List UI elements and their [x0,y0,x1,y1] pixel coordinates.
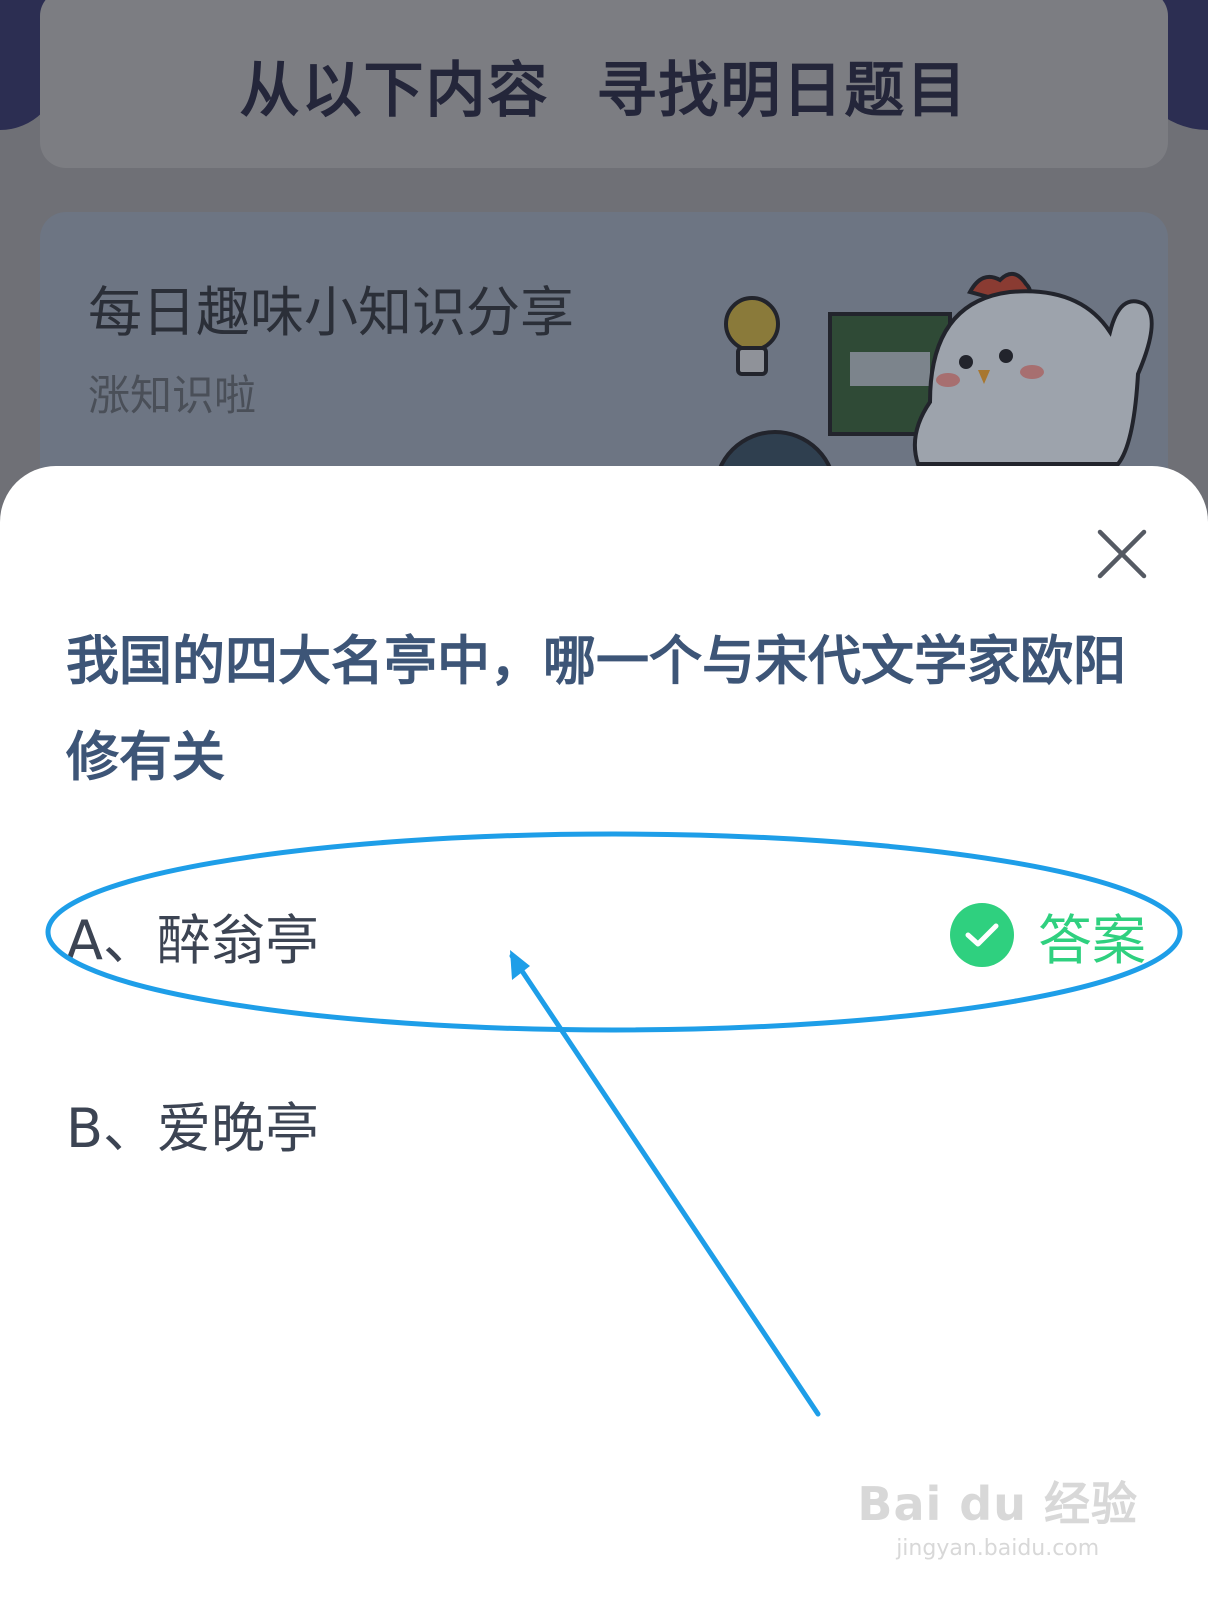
option-b-label: B、爱晚亭 [66,1096,320,1160]
question-text: 我国的四大名亭中，哪一个与宋代文学家欧阳修有关 [66,631,1126,788]
banner-title: 从以下内容 寻找明日题目 [40,42,1168,129]
option-b[interactable]: B、爱晚亭 [66,1078,1146,1168]
close-button[interactable] [1092,524,1152,584]
question-sheet: 我国的四大名亭中，哪一个与宋代文学家欧阳修有关 A、醉翁亭 答案 B、爱晚亭 [0,466,1208,1600]
baidu-watermark: Bai du 经验 jingyan.baidu.com [857,1468,1138,1561]
card-title: 每日趣味小知识分享 [88,281,574,344]
watermark-url: jingyan.baidu.com [896,1536,1100,1561]
watermark-logo: Bai du 经验 [857,1477,1138,1531]
answer-label: 答案 [1038,908,1146,972]
chicken-icon [912,272,1154,466]
banner-title-part1: 从以下内容 [239,56,550,126]
lightbulb-icon [724,296,780,376]
background-banner: 从以下内容 寻找明日题目 [40,0,1168,168]
option-a-label: A、醉翁亭 [66,908,319,972]
card-subtitle: 涨知识啦 [88,371,257,420]
close-icon [1097,529,1147,579]
banner-title-part2: 寻找明日题目 [596,56,969,126]
check-icon [950,903,1014,967]
answer-indicator: 答案 [950,896,1146,975]
option-a[interactable]: A、醉翁亭 答案 [66,890,1146,980]
